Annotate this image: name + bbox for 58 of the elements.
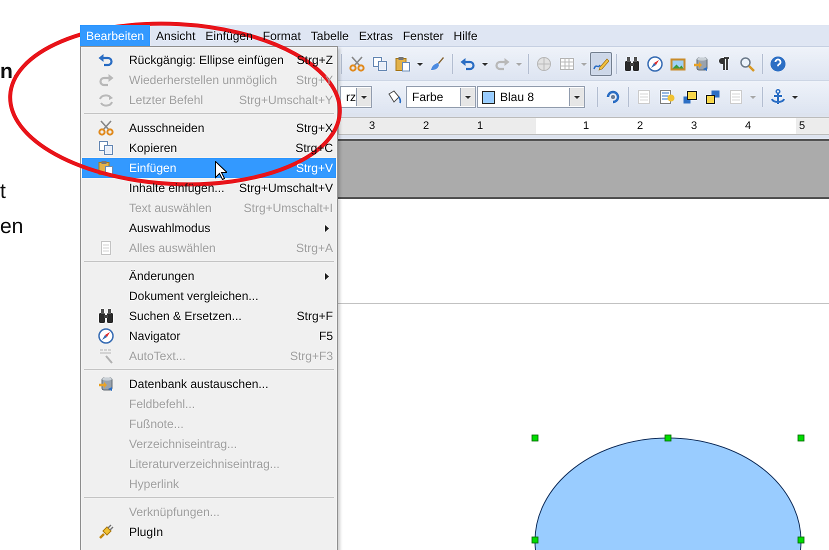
slide-text: t	[0, 180, 6, 204]
mouse-cursor-icon	[215, 161, 227, 180]
selection-handle[interactable]	[532, 536, 538, 544]
menu-item[interactable]: Auswahlmodus	[82, 218, 336, 238]
shortcut-text: F5	[318, 329, 333, 343]
submenu-arrow-icon	[325, 272, 329, 280]
shortcut-text: Strg+Umschalt+V	[238, 181, 333, 195]
ruler-number: 3	[690, 119, 698, 134]
compass-icon	[98, 328, 114, 344]
shortcut-text: Strg+V	[296, 161, 333, 175]
repeat-icon	[98, 92, 114, 108]
menubar-item[interactable]: Extras	[354, 25, 397, 46]
binoculars-icon	[98, 308, 114, 324]
selection-handle[interactable]	[798, 536, 804, 544]
submenu-arrow-icon	[325, 224, 329, 232]
fill-style-dropdown[interactable]: Farbe	[406, 86, 476, 108]
shortcut-text: Strg+A	[296, 241, 333, 255]
selection-handle[interactable]	[798, 434, 804, 442]
shortcut-text: Strg+Umschalt+Y	[238, 93, 333, 107]
pen-icon	[98, 348, 114, 364]
dropdown-field[interactable]: rz	[340, 86, 372, 108]
selection-handle[interactable]	[532, 434, 538, 442]
selection-handle[interactable]	[664, 434, 672, 442]
fill-color-dropdown[interactable]: Blau 8	[477, 86, 585, 108]
menu-item[interactable]: Änderungen	[82, 266, 336, 286]
menu-item[interactable]: Navigator F5	[82, 326, 336, 346]
menubar-item[interactable]: Fenster	[398, 25, 448, 46]
menu-item[interactable]: PlugIn	[82, 522, 336, 542]
document-icon	[98, 240, 114, 256]
menubar-item[interactable]: Hilfe	[450, 25, 482, 46]
menubar-item[interactable]: Tabelle	[306, 25, 353, 46]
ruler-number: 2	[636, 119, 644, 134]
copy-icon	[98, 140, 114, 156]
redo-icon	[98, 72, 114, 88]
ruler-number: 2	[422, 119, 430, 134]
ruler-number: 1	[582, 119, 590, 134]
database-icon	[98, 376, 114, 392]
menu-item[interactable]: Ausschneiden Strg+X	[82, 118, 336, 138]
menu-item[interactable]: Datenbank austauschen...	[82, 374, 336, 394]
menubar-item[interactable]: Ansicht	[152, 25, 200, 46]
shortcut-text: Strg+Umschalt+I	[244, 201, 333, 215]
shortcut-text: Strg+X	[296, 121, 333, 135]
ruler-number: 5	[798, 119, 806, 134]
menu-item[interactable]: Suchen & Ersetzen... Strg+F	[82, 306, 336, 326]
pencil-icon[interactable]	[590, 52, 612, 76]
menubar-item[interactable]: Format	[258, 25, 305, 46]
undo-icon	[98, 52, 114, 68]
ruler-number: 3	[368, 119, 376, 134]
color-swatch	[482, 90, 495, 104]
menu-item[interactable]: Dokument vergleichen...	[82, 286, 336, 306]
ruler-number: 1	[476, 119, 484, 134]
plug-icon	[98, 524, 114, 540]
ruler-number: 4	[744, 119, 752, 134]
slide-text: en	[0, 215, 24, 239]
clipboard-icon	[98, 160, 114, 176]
shortcut-text: Strg+F	[296, 309, 333, 323]
shortcut-text: Strg+F3	[290, 349, 333, 363]
scissors-icon	[98, 120, 114, 136]
